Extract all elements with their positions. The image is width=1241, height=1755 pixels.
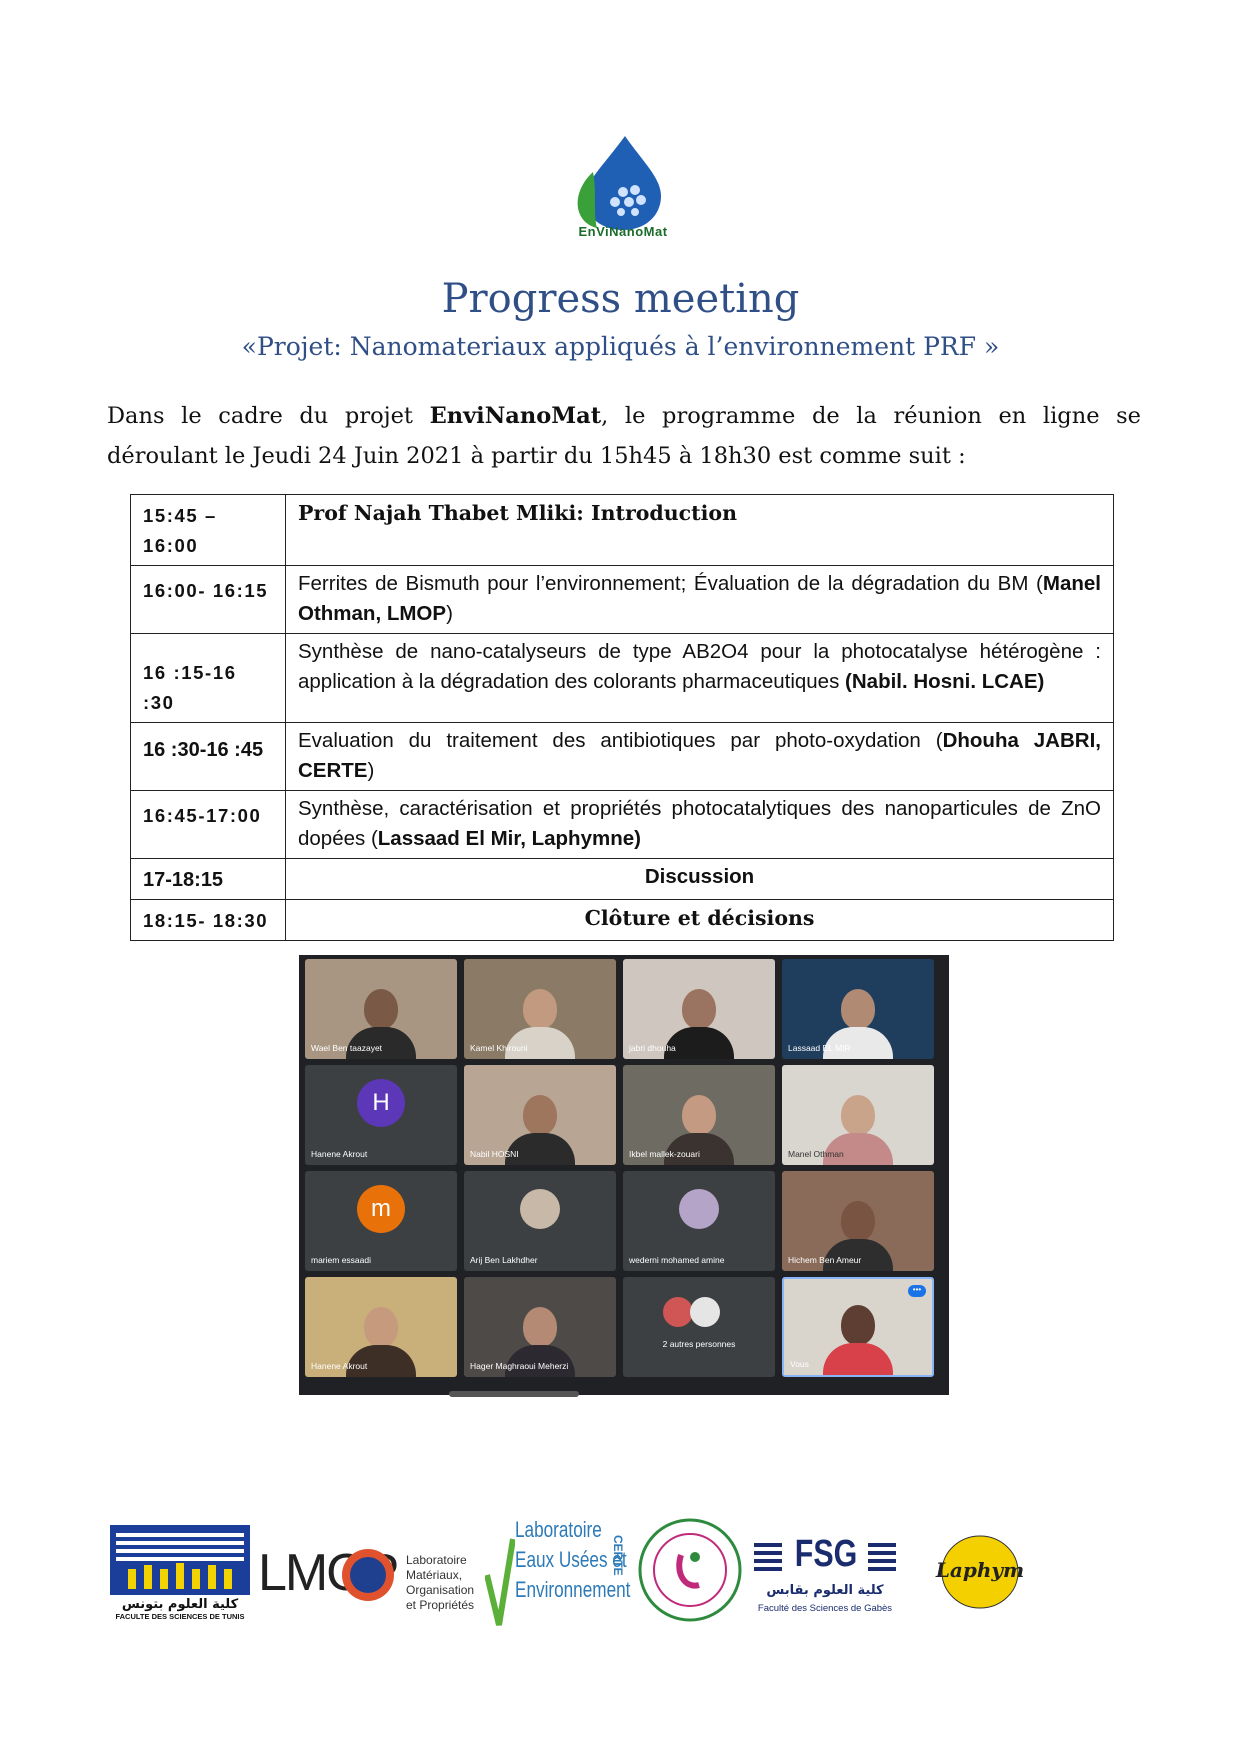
table-row: 16:45-17:00 Synthèse, caractérisation et… bbox=[130, 790, 1114, 859]
avatar bbox=[520, 1189, 560, 1229]
participant-tile: Kamel Khirouni bbox=[464, 959, 616, 1059]
table-row: 17-18:15 Discussion bbox=[130, 858, 1114, 900]
time-cell: 16:00- 16:15 bbox=[130, 565, 286, 634]
participant-tile: Nabil HOSNI bbox=[464, 1065, 616, 1165]
lmop-logo: LMOP Laboratoire Matériaux, Organisation… bbox=[258, 1544, 475, 1612]
participant-tile: Hanene Akrout bbox=[305, 1277, 457, 1377]
avatar bbox=[662, 1297, 693, 1327]
page-title: Progress meeting bbox=[441, 276, 800, 322]
time-cell: 18:15- 18:30 bbox=[130, 899, 286, 941]
participant-tile: Hager Maghraoui Meherzi bbox=[464, 1277, 616, 1377]
agenda-item: Prof Najah Thabet Mliki: Introduction bbox=[285, 494, 1114, 566]
table-row: 15:45 – 16:00 Prof Najah Thabet Mliki: I… bbox=[130, 494, 1114, 566]
logo-wordmark: EnViNanoMat bbox=[578, 224, 668, 239]
participant-tile: H Hanene Akrout bbox=[305, 1065, 457, 1165]
participant-tile: Manel Othman bbox=[782, 1065, 934, 1165]
project-name: EnviNanoMat bbox=[429, 403, 602, 429]
participant-tile: m mariem essaadi bbox=[305, 1171, 457, 1271]
agenda-item: Discussion bbox=[285, 858, 1114, 900]
avatar bbox=[690, 1297, 721, 1327]
participant-tile-self: ••• Vous bbox=[782, 1277, 934, 1377]
program-table: 15:45 – 16:00 Prof Najah Thabet Mliki: I… bbox=[130, 494, 1114, 941]
table-row: 18:15- 18:30 Clôture et décisions bbox=[130, 899, 1114, 941]
time-cell: 16:45-17:00 bbox=[130, 790, 286, 859]
time-cell: 16 :15-16 :30 bbox=[130, 633, 286, 723]
participant-tile: Arij Ben Lakhdher bbox=[464, 1171, 616, 1271]
citet-logo bbox=[635, 1515, 745, 1625]
avatar: H bbox=[357, 1079, 405, 1127]
participant-tile: jabri dhouha bbox=[623, 959, 775, 1059]
agenda-item: Synthèse de nano-catalyseurs de type AB2… bbox=[285, 633, 1114, 723]
partner-logos: كلية العلوم بتونس FACULTE DES SCIENCES D… bbox=[110, 1505, 1110, 1635]
fst-logo: كلية العلوم بتونس FACULTE DES SCIENCES D… bbox=[110, 1525, 250, 1625]
participant-tile: Ikbel mallek-zouari bbox=[623, 1065, 775, 1165]
agenda-item: Synthèse, caractérisation et propriétés … bbox=[285, 790, 1114, 859]
table-row: 16 :15-16 :30 Synthèse de nano-catalyseu… bbox=[130, 633, 1114, 723]
page-subtitle: «Projet: Nanomateriaux appliqués à l’env… bbox=[241, 332, 1000, 361]
participant-tile: Wael Ben taazayet bbox=[305, 959, 457, 1059]
time-cell: 17-18:15 bbox=[130, 858, 286, 900]
participant-tile: Hichem Ben Ameur bbox=[782, 1171, 934, 1271]
fsg-logo: FSG كلية العلوم بقابس Faculté des Scienc… bbox=[750, 1533, 900, 1630]
agenda-item: Evaluation du traitement des antibiotiqu… bbox=[285, 722, 1114, 791]
agenda-item: Ferrites de Bismuth pour l’environnement… bbox=[285, 565, 1114, 634]
leue-logo: Laboratoire Eaux Usées et Environnement … bbox=[485, 1505, 630, 1635]
time-cell: 16 :30-16 :45 bbox=[130, 722, 286, 791]
time-cell: 15:45 – 16:00 bbox=[130, 494, 286, 566]
table-row: 16 :30-16 :45 Evaluation du traitement d… bbox=[130, 722, 1114, 791]
participant-tile: 2 autres personnes bbox=[623, 1277, 775, 1377]
table-row: 16:00- 16:15 Ferrites de Bismuth pour l’… bbox=[130, 565, 1114, 634]
meeting-screenshot: Wael Ben taazayet Kamel Khirouni jabri d… bbox=[299, 955, 949, 1397]
scrollbar[interactable] bbox=[449, 1391, 579, 1397]
laphymne-logo: Laphym bbox=[925, 1520, 1035, 1625]
avatar bbox=[679, 1189, 719, 1229]
avatar: m bbox=[357, 1185, 405, 1233]
participant-tile: Lassaad EL MIR bbox=[782, 959, 934, 1059]
more-options-icon[interactable]: ••• bbox=[908, 1285, 926, 1297]
intro-paragraph: Dans le cadre du projet EnviNanoMat, le … bbox=[107, 403, 1142, 469]
agenda-item: Clôture et décisions bbox=[285, 899, 1114, 941]
participant-tile: wederni mohamed amine bbox=[623, 1171, 775, 1271]
